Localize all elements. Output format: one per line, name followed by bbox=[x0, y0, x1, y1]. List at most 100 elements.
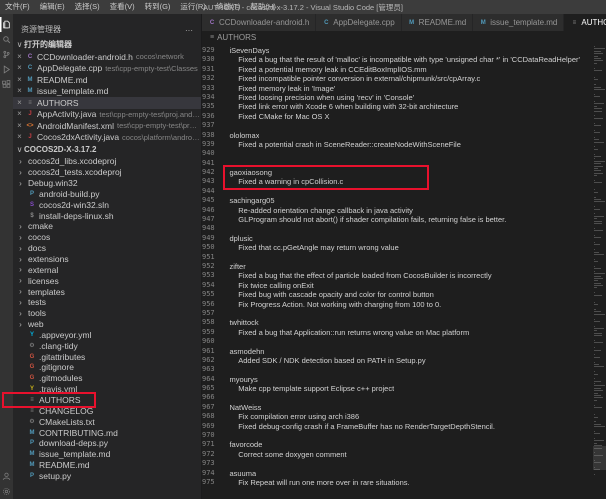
file-path: test\cpp-empty-test\Classes bbox=[105, 63, 198, 73]
menu-item[interactable]: 选择(S) bbox=[70, 0, 105, 14]
minimap-line bbox=[594, 244, 600, 246]
py-file-icon: P bbox=[29, 440, 34, 447]
tab-README.md[interactable]: M README.md bbox=[401, 14, 474, 31]
py-file-icon: P bbox=[29, 472, 34, 479]
minimap-line bbox=[594, 373, 598, 375]
tree-file[interactable]: M README.md bbox=[13, 460, 201, 471]
menu-item[interactable]: 查看(V) bbox=[105, 0, 140, 14]
run-debug-icon[interactable] bbox=[0, 62, 13, 77]
tree-file[interactable]: Y .travis.yml bbox=[13, 384, 201, 395]
code-line: 972 Correct some doxygen comment bbox=[202, 450, 593, 459]
close-icon[interactable]: × bbox=[16, 133, 23, 141]
code-line: 968 Fix compilation error using arch i386 bbox=[202, 412, 593, 421]
tree-folder[interactable]: › tools bbox=[13, 308, 201, 319]
project-section-header[interactable]: ∨ COCOS2D-X-3.17.2 bbox=[13, 143, 201, 156]
file-name: issue_template.md bbox=[37, 86, 109, 97]
tree-folder[interactable]: › templates bbox=[13, 286, 201, 297]
menu-item[interactable]: 编辑(E) bbox=[35, 0, 70, 14]
open-editor-item[interactable]: × ≡ AUTHORS bbox=[13, 97, 201, 109]
close-icon[interactable]: × bbox=[16, 64, 23, 72]
minimap[interactable] bbox=[593, 44, 606, 499]
line-number: 940 bbox=[202, 149, 215, 158]
tree-file[interactable]: Missue_template.md bbox=[13, 449, 201, 460]
tree-folder[interactable]: › licenses bbox=[13, 275, 201, 286]
tree-file[interactable]: G .gitignore bbox=[13, 362, 201, 373]
open-editor-item[interactable]: × Missue_template.md bbox=[13, 86, 201, 98]
tree-file[interactable]: Psetup.py bbox=[13, 470, 201, 481]
tree-folder[interactable]: › cocos bbox=[13, 232, 201, 243]
open-editor-item[interactable]: × J Cocos2dxActivity.java cocos\platform\an… bbox=[13, 132, 201, 144]
editor-pane[interactable]: 929 iSevenDays 930 Fixed a bug that the res… bbox=[202, 44, 606, 499]
close-icon[interactable]: × bbox=[16, 110, 23, 118]
tab-CCDownloader-android.h[interactable]: C CCDownloader-android.h bbox=[202, 14, 317, 31]
breadcrumb[interactable]: ≡ AUTHORS bbox=[202, 31, 606, 44]
minimap-line bbox=[594, 390, 604, 392]
line-text: Fix Repeat will run one more over in rar… bbox=[238, 477, 410, 487]
tree-file[interactable]: ⚙ CMakeLists.txt bbox=[13, 416, 201, 427]
minimap-line bbox=[594, 406, 603, 408]
search-icon[interactable] bbox=[0, 32, 13, 47]
tree-folder[interactable]: › cocos2d_tests.xcodeproj bbox=[13, 167, 201, 178]
tree-file[interactable]: ≡ CHANGELOG bbox=[13, 405, 201, 416]
extensions-icon[interactable] bbox=[0, 77, 13, 92]
tree-file[interactable]: G .gitmodules bbox=[13, 373, 201, 384]
tree-folder[interactable]: › external bbox=[13, 264, 201, 275]
menu-item[interactable]: 文件(F) bbox=[0, 0, 35, 14]
tree-folder[interactable]: › cocos2d_libs.xcodeproj bbox=[13, 156, 201, 167]
minimap-line bbox=[594, 423, 601, 425]
tree-file[interactable]: Scocos2d-win32.sln bbox=[13, 199, 201, 210]
open-editor-item[interactable]: × <> AndroidManifest.xml test\cpp-empty-tes… bbox=[13, 120, 201, 132]
close-icon[interactable]: × bbox=[16, 75, 23, 84]
chevron-right-icon: › bbox=[19, 221, 22, 231]
h-file-icon: C bbox=[27, 53, 33, 60]
file-name: .appveyor.yml bbox=[39, 329, 92, 340]
tab-AppDelegate.cpp[interactable]: C AppDelegate.cpp bbox=[316, 14, 402, 31]
open-editor-item[interactable]: × C CCDownloader-android.h cocos\network bbox=[13, 51, 201, 63]
open-editor-item[interactable]: × C AppDelegate.cpp test\cpp-empty-test\Cla… bbox=[13, 63, 201, 75]
file-name: CHANGELOG bbox=[39, 405, 94, 416]
tree-file[interactable]: M CONTRIBUTING.md bbox=[13, 427, 201, 438]
folder-name: tests bbox=[28, 297, 46, 308]
close-icon[interactable]: × bbox=[16, 98, 23, 107]
file-name: .gitattributes bbox=[39, 351, 86, 362]
tree-file[interactable]: ≡ AUTHORS bbox=[13, 395, 201, 406]
settings-icon[interactable] bbox=[0, 484, 13, 499]
file-name: AUTHORS bbox=[39, 394, 81, 405]
tree-file[interactable]: Pandroid-build.py bbox=[13, 189, 201, 200]
line-number: 969 bbox=[202, 421, 215, 430]
tree-file[interactable]: Pdownload-deps.py bbox=[13, 438, 201, 449]
source-control-icon[interactable] bbox=[0, 47, 13, 62]
folder-name: docs bbox=[28, 243, 46, 254]
tree-file[interactable]: Y .appveyor.yml bbox=[13, 330, 201, 341]
tree-file[interactable]: ⚙ .clang-tidy bbox=[13, 340, 201, 351]
tree-folder[interactable]: › cmake bbox=[13, 221, 201, 232]
tree-file[interactable]: G .gitattributes bbox=[13, 351, 201, 362]
close-icon[interactable]: × bbox=[16, 121, 23, 130]
open-editor-item[interactable]: × J AppActivity.java test\cpp-empty-test\pr… bbox=[13, 109, 201, 121]
minimap-line bbox=[594, 313, 605, 315]
tab-issue_template.md[interactable]: Missue_template.md bbox=[473, 14, 565, 31]
open-editor-item[interactable]: × M README.md bbox=[13, 74, 201, 86]
close-icon[interactable]: × bbox=[16, 52, 23, 61]
tree-folder[interactable]: › tests bbox=[13, 297, 201, 308]
tree-folder[interactable]: › extensions bbox=[13, 254, 201, 265]
code-line: 954 Fix twice calling onExit bbox=[202, 281, 593, 290]
yml2-file-icon: Y bbox=[29, 386, 34, 393]
open-editors-section-header[interactable]: ∨ 打开的编辑器 bbox=[13, 38, 201, 51]
line-text: favorcode bbox=[229, 440, 263, 450]
code-line: 969 Fixed debug-config crash if a FrameBu… bbox=[202, 422, 593, 431]
tree-folder[interactable]: › web bbox=[13, 319, 201, 330]
explorer-icon[interactable] bbox=[0, 17, 13, 32]
tree-folder[interactable]: › Debug.win32 bbox=[13, 178, 201, 189]
tab-AUTHORS[interactable]: ≡AUTHORS× bbox=[564, 14, 606, 31]
file-name: AUTHORS bbox=[37, 97, 79, 108]
more-actions-icon[interactable]: ··· bbox=[185, 26, 193, 35]
close-icon[interactable]: × bbox=[16, 87, 23, 95]
file-name: Cocos2dxActivity.java bbox=[37, 132, 120, 143]
tree-folder[interactable]: › docs bbox=[13, 243, 201, 254]
account-icon[interactable] bbox=[0, 469, 13, 484]
tree-file[interactable]: $ install-deps-linux.sh bbox=[13, 210, 201, 221]
menu-item[interactable]: 转到(G) bbox=[140, 0, 176, 14]
file-name: CONTRIBUTING.md bbox=[39, 427, 118, 438]
scrollbar-thumb[interactable] bbox=[593, 446, 606, 470]
